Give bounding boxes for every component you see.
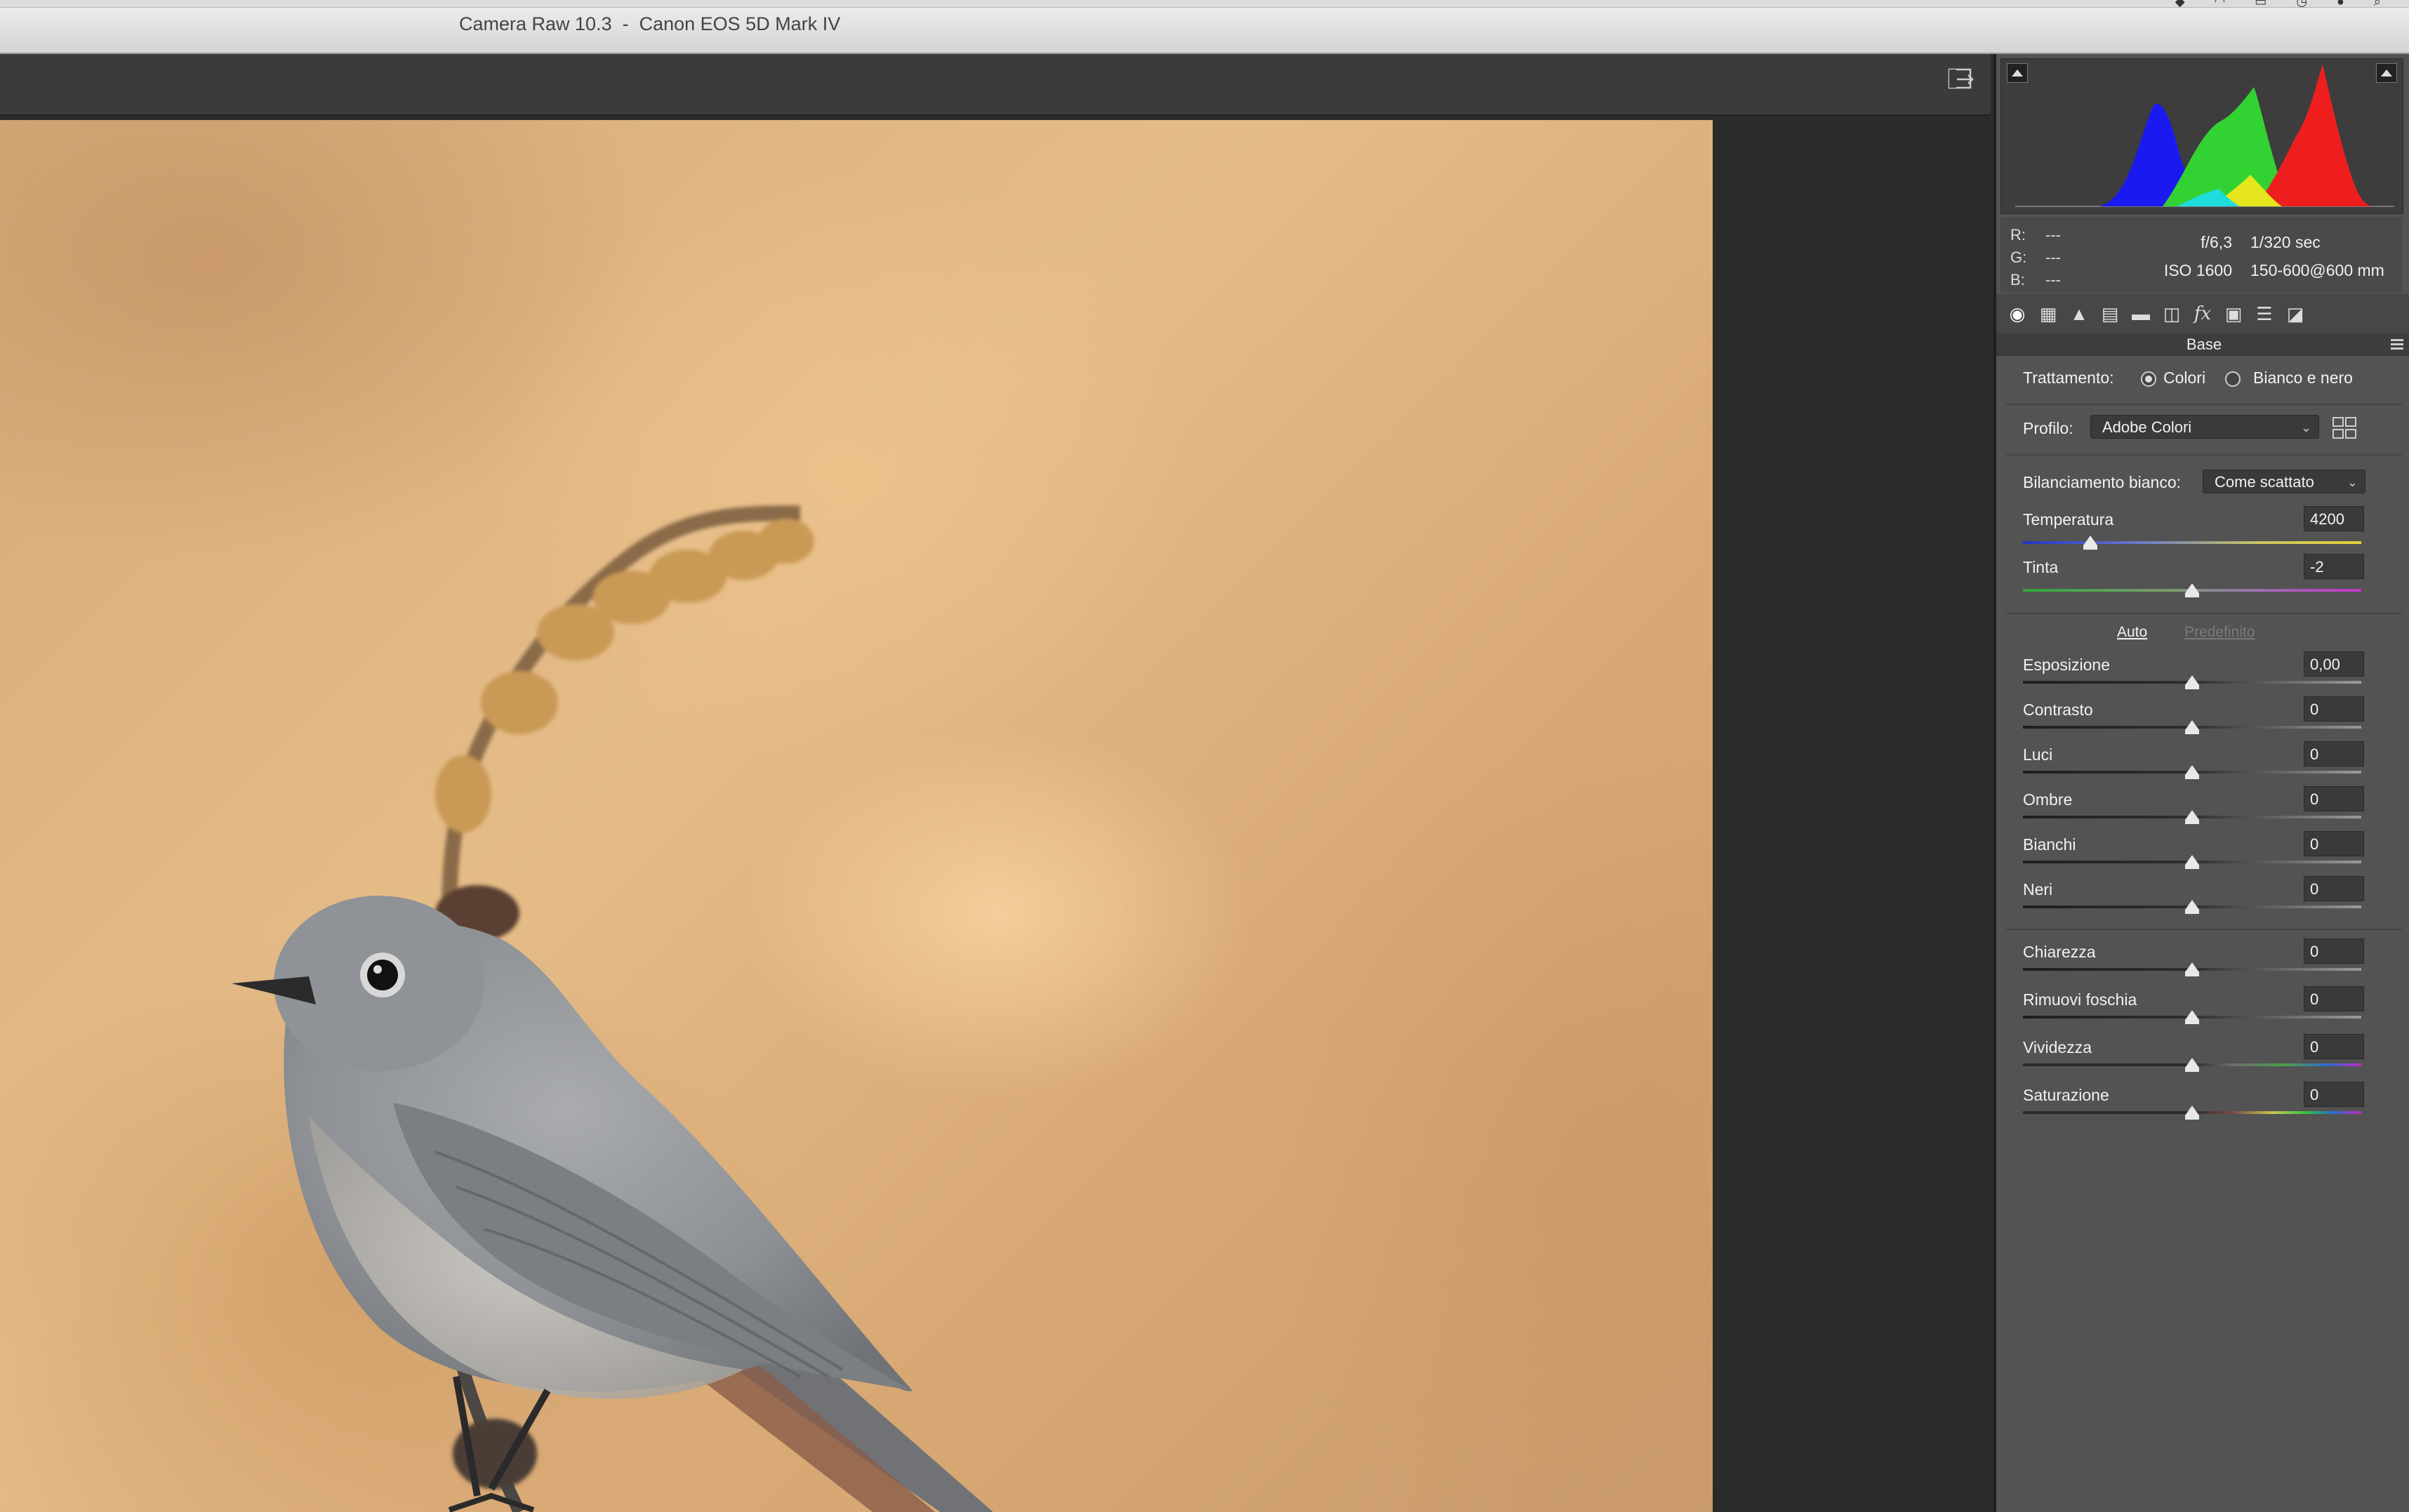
panel-tabs: ◉ ▦ ▲ ▤ ▬ ◫ fx ▣ ☰ ◪: [1996, 294, 2409, 334]
bird-beak: [232, 976, 316, 1004]
iso-value: ISO 1600: [2163, 261, 2232, 279]
saturazione-slider-thumb[interactable]: [2185, 1106, 2199, 1120]
shadow-clipping-warning-icon[interactable]: [2007, 63, 2028, 83]
contrasto-slider-thumb[interactable]: [2185, 720, 2199, 734]
esposizione-value[interactable]: 0,00: [2304, 651, 2364, 677]
vividezza-value[interactable]: 0: [2304, 1034, 2364, 1059]
histogram-graph: [2015, 65, 2394, 207]
vividezza-slider-thumb[interactable]: [2185, 1058, 2199, 1072]
bianchi-slider-thumb[interactable]: [2185, 855, 2199, 869]
treatment-bw-label[interactable]: Bianco e nero: [2253, 369, 2353, 387]
snapshots-icon[interactable]: ◪: [2284, 303, 2307, 325]
r-value: ---: [2045, 226, 2061, 244]
profile-select[interactable]: Adobe Colori ⌄: [2090, 415, 2319, 439]
lens-corrections-icon[interactable]: ◫: [2161, 303, 2183, 325]
ombre-slider-thumb[interactable]: [2185, 810, 2199, 824]
divider: [2006, 404, 2402, 405]
ombre-label: Ombre: [2023, 790, 2073, 809]
seed-stalk: [435, 505, 814, 941]
r-label: R:: [2010, 226, 2026, 244]
highlight-clipping-warning-icon[interactable]: [2376, 63, 2397, 83]
temperature-value[interactable]: 4200: [2304, 506, 2364, 531]
temperature-slider-thumb[interactable]: [2083, 536, 2098, 550]
section-header: Base: [1996, 333, 2409, 356]
esposizione-slider-thumb[interactable]: [2185, 675, 2199, 689]
image-info: R: --- G: --- B: --- f/6,3 1/320 sec ISO 160…: [2000, 217, 2402, 293]
white-balance-select[interactable]: Come scattato ⌄: [2203, 470, 2365, 493]
tint-label: Tinta: [2023, 558, 2059, 576]
divider: [2006, 929, 2402, 930]
chiarezza-value[interactable]: 0: [2304, 939, 2364, 964]
white-balance-label: Bilanciamento bianco:: [2023, 473, 2182, 491]
histogram: [2000, 58, 2403, 214]
adjustments-panel: R: --- G: --- B: --- f/6,3 1/320 sec ISO 160…: [1993, 54, 2409, 1512]
treatment-label: Trattamento:: [2023, 369, 2114, 387]
luci-label: Luci: [2023, 745, 2053, 764]
split-toning-icon[interactable]: ▬: [2130, 303, 2152, 325]
camera-calibration-icon[interactable]: ▣: [2222, 303, 2245, 325]
tint-value[interactable]: -2: [2304, 554, 2364, 579]
profile-browser-icon[interactable]: [2332, 416, 2357, 440]
divider: [2006, 613, 2402, 614]
fullscreen-toggle-icon[interactable]: [1947, 67, 1975, 92]
b-value: ---: [2045, 271, 2061, 289]
tone-curve-icon[interactable]: ▦: [2037, 303, 2059, 325]
lens-value: 150-600@600 mm: [2250, 261, 2384, 279]
temperature-label: Temperatura: [2023, 510, 2114, 529]
rimuovi-foschia-value[interactable]: 0: [2304, 986, 2364, 1012]
chevron-down-icon: ⌄: [2300, 420, 2311, 435]
divider: [2006, 454, 2402, 456]
detail-icon[interactable]: ▲: [2068, 303, 2090, 325]
vividezza-label: Vividezza: [2023, 1038, 2092, 1056]
chiarezza-label: Chiarezza: [2023, 943, 2096, 961]
contrasto-value[interactable]: 0: [2304, 696, 2364, 722]
bianchi-label: Bianchi: [2023, 835, 2076, 854]
default-link[interactable]: Predefinito: [2184, 624, 2255, 641]
profile-label: Profilo:: [2023, 419, 2073, 437]
saturazione-value[interactable]: 0: [2304, 1082, 2364, 1107]
exif-info: f/6,3 1/320 sec ISO 1600 150-600@600 mm: [2141, 228, 2384, 284]
preview-toolbar: [0, 54, 1991, 116]
treatment-color-label[interactable]: Colori: [2163, 369, 2205, 387]
esposizione-label: Esposizione: [2023, 656, 2111, 674]
panel-menu-icon[interactable]: [2389, 337, 2405, 351]
bianchi-value[interactable]: 0: [2304, 831, 2364, 856]
window-title: Camera Raw 10.3 - Canon EOS 5D Mark IV: [459, 13, 841, 34]
luci-value[interactable]: 0: [2304, 741, 2364, 767]
presets-icon[interactable]: ☰: [2253, 303, 2276, 325]
contrasto-label: Contrasto: [2023, 701, 2093, 719]
neri-slider-thumb[interactable]: [2185, 900, 2199, 914]
tint-slider-thumb[interactable]: [2185, 583, 2199, 597]
image-preview-area[interactable]: [0, 116, 1991, 1512]
g-value: ---: [2045, 248, 2061, 266]
rgb-readout: R: --- G: --- B: ---: [2010, 224, 2080, 291]
window-titlebar: Camera Raw 10.3 - Canon EOS 5D Mark IV: [0, 8, 2409, 54]
temperature-slider[interactable]: [2023, 541, 2361, 544]
auto-link[interactable]: Auto: [2117, 624, 2147, 641]
shutter-value: 1/320 sec: [2250, 233, 2321, 251]
rimuovi-foschia-label: Rimuovi foschia: [2023, 990, 2137, 1009]
b-label: B:: [2010, 271, 2025, 289]
saturazione-label: Saturazione: [2023, 1086, 2109, 1104]
photo-preview[interactable]: [0, 120, 1713, 1512]
menu-bar: ◆ ◠ ▭ ◷ ● ⌕: [0, 0, 2409, 8]
bird-photo-illustration: [232, 505, 993, 1512]
chiarezza-slider-thumb[interactable]: [2185, 962, 2199, 976]
g-label: G:: [2010, 248, 2027, 266]
treatment-bw-radio[interactable]: [2225, 371, 2241, 387]
treatment-color-radio[interactable]: [2141, 371, 2156, 387]
aperture-value: f/6,3: [2201, 233, 2232, 251]
chevron-down-icon: ⌄: [2347, 475, 2358, 489]
neri-value[interactable]: 0: [2304, 876, 2364, 901]
profile-value: Adobe Colori: [2102, 418, 2192, 436]
hsl-icon[interactable]: ▤: [2099, 303, 2121, 325]
ombre-value[interactable]: 0: [2304, 786, 2364, 811]
rimuovi-foschia-slider-thumb[interactable]: [2185, 1010, 2199, 1024]
neri-label: Neri: [2023, 880, 2053, 898]
effects-icon[interactable]: fx: [2191, 303, 2214, 325]
section-title: Base: [2186, 336, 2222, 353]
basic-icon[interactable]: ◉: [2006, 303, 2029, 325]
luci-slider-thumb[interactable]: [2185, 765, 2199, 779]
white-balance-value: Come scattato: [2215, 473, 2314, 491]
